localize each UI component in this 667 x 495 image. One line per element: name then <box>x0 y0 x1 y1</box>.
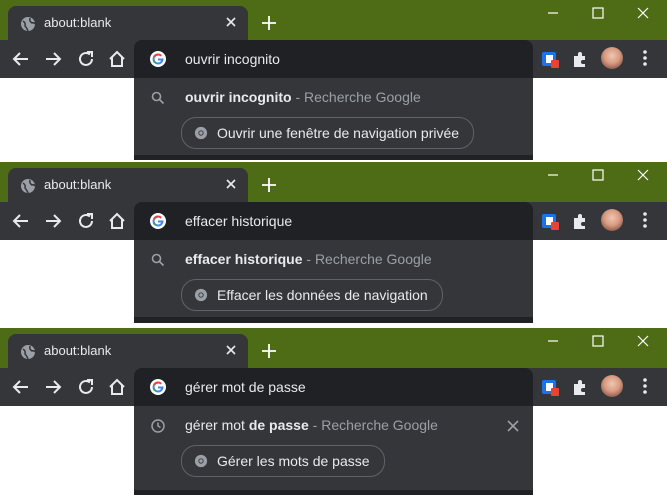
title-bar: about:blank <box>0 328 667 368</box>
browser-window-2: about:blank effacer historique effacer h… <box>0 162 667 326</box>
action-label: Effacer les données de navigation <box>217 287 428 303</box>
omnibox-dropdown: ouvrir incognito - Recherche Google Ouvr… <box>134 77 533 160</box>
globe-icon <box>21 345 36 360</box>
active-tab[interactable]: about:blank <box>8 168 248 202</box>
reload-icon[interactable] <box>76 211 96 231</box>
toolbar: ouvrir incognito <box>0 40 667 78</box>
close-tab-icon[interactable] <box>222 13 240 31</box>
new-tab-plus-icon[interactable] <box>260 342 278 360</box>
title-bar: about:blank <box>0 162 667 202</box>
omnibox[interactable]: gérer mot de passe <box>134 368 533 405</box>
menu-dots-icon[interactable] <box>637 48 653 68</box>
search-icon <box>151 91 165 105</box>
omnibox-dropdown: gérer mot de passe - Recherche Google Gé… <box>134 405 533 495</box>
close-window-icon[interactable] <box>634 166 652 184</box>
active-tab[interactable]: about:blank <box>8 334 248 368</box>
suggestion-separator: - <box>291 89 305 105</box>
new-tab-plus-icon[interactable] <box>260 176 278 194</box>
reload-icon[interactable] <box>76 377 96 397</box>
extension-icon[interactable] <box>540 211 560 231</box>
google-g-icon <box>150 379 166 395</box>
suggestion-text: effacer historique <box>185 251 303 267</box>
forward-arrow-icon[interactable] <box>43 211 63 231</box>
forward-arrow-icon[interactable] <box>43 377 63 397</box>
chrome-icon <box>194 454 208 468</box>
back-arrow-icon[interactable] <box>11 49 31 69</box>
close-tab-icon[interactable] <box>222 341 240 359</box>
suggestion-row[interactable]: effacer historique - Recherche Google <box>185 251 432 267</box>
suggestion-source: Recherche Google <box>304 89 421 105</box>
remove-suggestion-icon[interactable] <box>505 418 521 434</box>
profile-avatar[interactable] <box>601 47 623 69</box>
puzzle-piece-icon[interactable] <box>570 49 590 69</box>
chrome-icon <box>194 288 208 302</box>
tab-title: about:blank <box>44 343 112 358</box>
manage-passwords-button[interactable]: Gérer les mots de passe <box>181 445 385 477</box>
home-icon[interactable] <box>107 211 127 231</box>
close-window-icon[interactable] <box>634 332 652 350</box>
profile-avatar[interactable] <box>601 375 623 397</box>
suggestion-source: Recherche Google <box>321 417 438 433</box>
tab-title: about:blank <box>44 15 112 30</box>
title-bar: about:blank <box>0 0 667 40</box>
suggestion-row[interactable]: gérer mot de passe - Recherche Google <box>185 417 438 433</box>
active-tab[interactable]: about:blank <box>8 6 248 40</box>
omnibox-dropdown: effacer historique - Recherche Google Ef… <box>134 239 533 323</box>
action-label: Ouvrir une fenêtre de navigation privée <box>217 125 460 141</box>
back-arrow-icon[interactable] <box>11 377 31 397</box>
suggestion-separator: - <box>302 251 315 267</box>
browser-window-1: about:blank ouvrir incognito ouvrir inco… <box>0 0 667 160</box>
omnibox[interactable]: ouvrir incognito <box>134 40 533 77</box>
omnibox[interactable]: effacer historique <box>134 202 533 239</box>
omnibox-input[interactable]: effacer historique <box>185 213 292 229</box>
action-label: Gérer les mots de passe <box>217 453 370 469</box>
toolbar: effacer historique <box>0 202 667 240</box>
open-incognito-button[interactable]: Ouvrir une fenêtre de navigation privée <box>181 117 475 149</box>
maximize-icon[interactable] <box>589 332 607 350</box>
back-arrow-icon[interactable] <box>11 211 31 231</box>
history-clock-icon <box>151 419 165 433</box>
omnibox-input[interactable]: gérer mot de passe <box>185 379 306 395</box>
profile-avatar[interactable] <box>601 209 623 231</box>
extension-icon[interactable] <box>540 377 560 397</box>
home-icon[interactable] <box>107 377 127 397</box>
tab-title: about:blank <box>44 177 112 192</box>
suggestion-text: ouvrir incognito <box>185 89 292 105</box>
globe-icon <box>21 179 36 194</box>
puzzle-piece-icon[interactable] <box>570 211 590 231</box>
google-g-icon <box>150 213 166 229</box>
browser-window-3: about:blank gérer mot de passe gérer mot… <box>0 328 667 495</box>
omnibox-input[interactable]: ouvrir incognito <box>185 51 280 67</box>
search-icon <box>151 253 165 267</box>
menu-dots-icon[interactable] <box>637 210 653 230</box>
puzzle-piece-icon[interactable] <box>570 377 590 397</box>
extension-icon[interactable] <box>540 49 560 69</box>
reload-icon[interactable] <box>76 49 96 69</box>
minimize-icon[interactable] <box>544 4 562 22</box>
suggestion-separator: - <box>308 417 322 433</box>
globe-icon <box>21 17 36 32</box>
maximize-icon[interactable] <box>589 4 607 22</box>
home-icon[interactable] <box>107 49 127 69</box>
chrome-icon <box>194 126 208 140</box>
minimize-icon[interactable] <box>544 166 562 184</box>
google-g-icon <box>150 51 166 67</box>
close-tab-icon[interactable] <box>222 175 240 193</box>
minimize-icon[interactable] <box>544 332 562 350</box>
suggestion-row[interactable]: ouvrir incognito - Recherche Google <box>185 89 421 105</box>
toolbar: gérer mot de passe <box>0 368 667 406</box>
maximize-icon[interactable] <box>589 166 607 184</box>
menu-dots-icon[interactable] <box>637 376 653 396</box>
forward-arrow-icon[interactable] <box>43 49 63 69</box>
suggestion-text-plain: gérer mot <box>185 417 249 433</box>
suggestion-text-bold: de passe <box>248 417 309 433</box>
suggestion-source: Recherche Google <box>314 251 432 267</box>
clear-browsing-data-button[interactable]: Effacer les données de navigation <box>181 279 443 311</box>
close-window-icon[interactable] <box>634 4 652 22</box>
new-tab-plus-icon[interactable] <box>260 14 278 32</box>
